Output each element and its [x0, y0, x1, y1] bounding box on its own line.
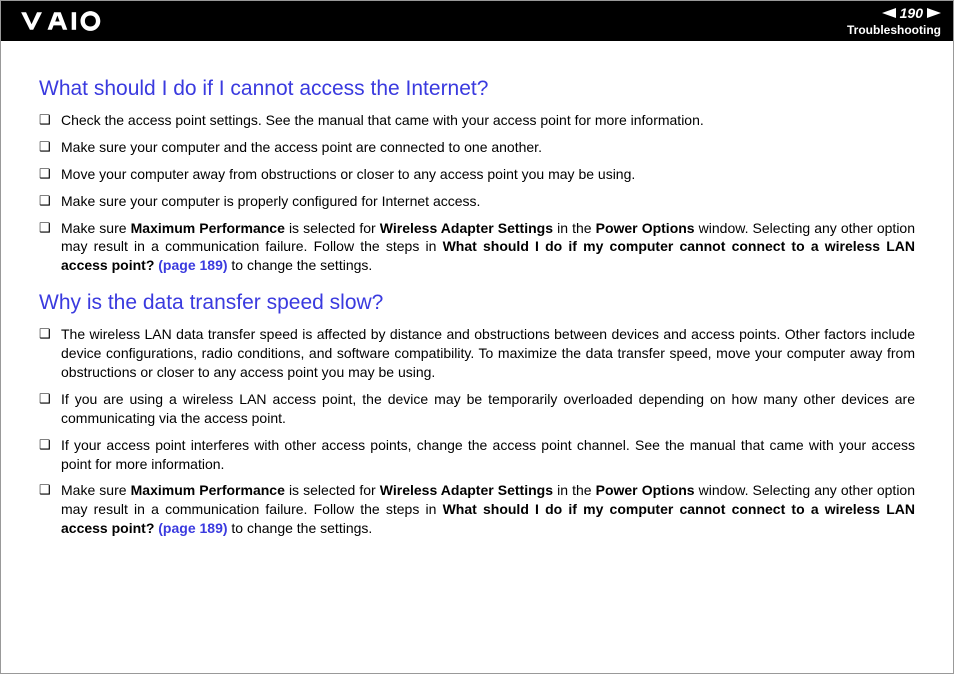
- page-number: 190: [900, 5, 923, 21]
- item-text: Make sure Maximum Performance is selecte…: [61, 219, 915, 276]
- prev-page-icon[interactable]: [882, 8, 896, 18]
- item-text: Check the access point settings. See the…: [61, 111, 915, 130]
- list-item: ❑Make sure your computer is properly con…: [39, 192, 915, 211]
- list-internet: ❑Check the access point settings. See th…: [39, 111, 915, 275]
- bullet-icon: ❑: [39, 219, 61, 236]
- list-item: ❑Check the access point settings. See th…: [39, 111, 915, 130]
- list-item: ❑ Make sure Maximum Performance is selec…: [39, 481, 915, 538]
- section-label: Troubleshooting: [847, 23, 941, 37]
- header-bar: 190 Troubleshooting: [1, 1, 953, 41]
- item-text: Move your computer away from obstruction…: [61, 165, 915, 184]
- bullet-icon: ❑: [39, 390, 61, 407]
- item-text: Make sure your computer and the access p…: [61, 138, 915, 157]
- list-item: ❑If your access point interferes with ot…: [39, 436, 915, 474]
- item-text: The wireless LAN data transfer speed is …: [61, 325, 915, 382]
- next-page-icon[interactable]: [927, 8, 941, 18]
- bullet-icon: ❑: [39, 481, 61, 498]
- heading-internet: What should I do if I cannot access the …: [39, 77, 915, 101]
- item-text: If you are using a wireless LAN access p…: [61, 390, 915, 428]
- bullet-icon: ❑: [39, 111, 61, 128]
- bullet-icon: ❑: [39, 138, 61, 155]
- list-item: ❑Make sure your computer and the access …: [39, 138, 915, 157]
- list-speed: ❑The wireless LAN data transfer speed is…: [39, 325, 915, 538]
- item-text: If your access point interferes with oth…: [61, 436, 915, 474]
- item-text: Make sure your computer is properly conf…: [61, 192, 915, 211]
- list-item: ❑The wireless LAN data transfer speed is…: [39, 325, 915, 382]
- bullet-icon: ❑: [39, 436, 61, 453]
- page-navigation: 190: [882, 5, 941, 21]
- bullet-icon: ❑: [39, 192, 61, 209]
- list-item: ❑If you are using a wireless LAN access …: [39, 390, 915, 428]
- content-area: What should I do if I cannot access the …: [1, 41, 953, 538]
- list-item: ❑Move your computer away from obstructio…: [39, 165, 915, 184]
- list-item: ❑ Make sure Maximum Performance is selec…: [39, 219, 915, 276]
- vaio-logo: [19, 10, 109, 32]
- bullet-icon: ❑: [39, 325, 61, 342]
- page-link[interactable]: (page 189): [154, 257, 227, 273]
- item-text: Make sure Maximum Performance is selecte…: [61, 481, 915, 538]
- page-link[interactable]: (page 189): [154, 520, 227, 536]
- bullet-icon: ❑: [39, 165, 61, 182]
- heading-speed: Why is the data transfer speed slow?: [39, 291, 915, 315]
